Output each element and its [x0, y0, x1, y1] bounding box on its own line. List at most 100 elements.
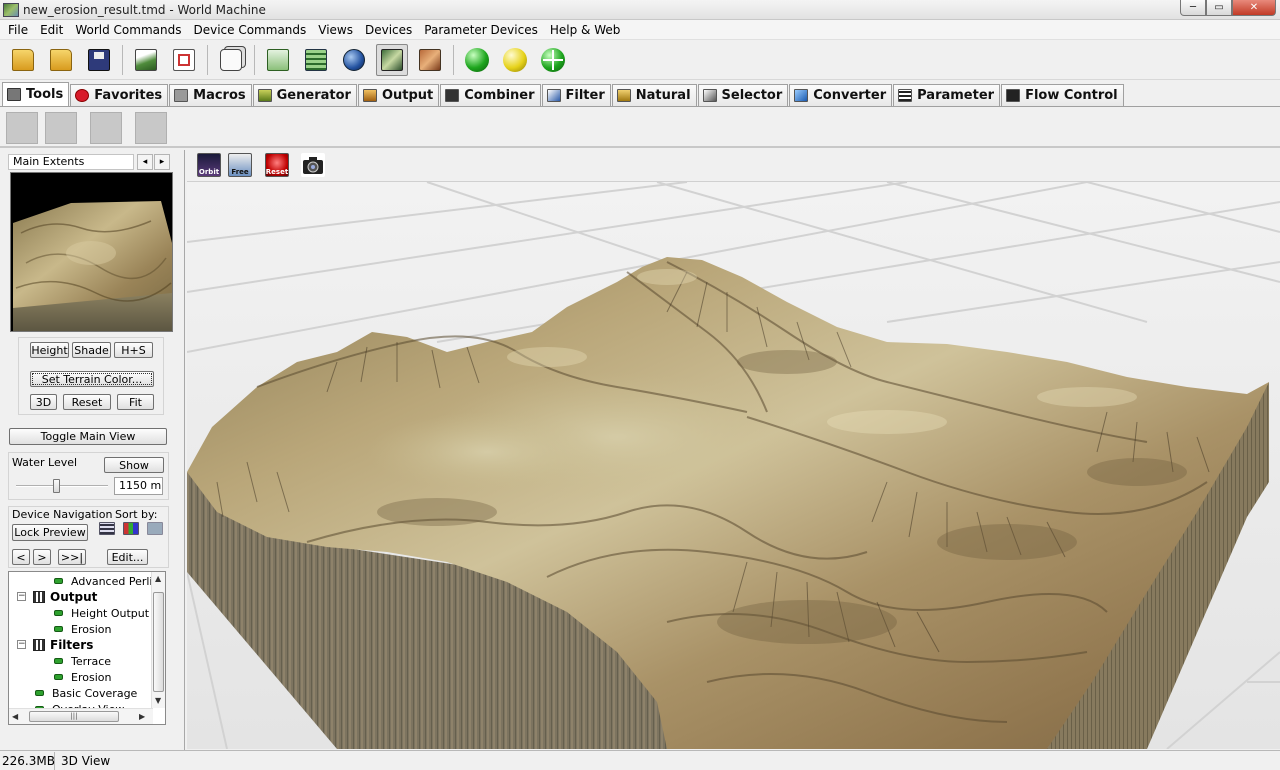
scroll-down-icon[interactable]: ▼ — [155, 696, 161, 705]
water-show-button[interactable]: Show — [104, 457, 164, 473]
tab-generator[interactable]: Generator — [252, 84, 357, 106]
height-view-button[interactable]: Height — [30, 342, 69, 358]
app-icon — [3, 2, 19, 17]
nav-back-button[interactable]: < — [12, 549, 30, 565]
tab-filter[interactable]: Filter — [541, 84, 611, 106]
extents-next-button[interactable]: ▸ — [154, 154, 170, 170]
fit-button[interactable]: Fit — [117, 394, 154, 410]
scroll-up-icon[interactable]: ▲ — [155, 574, 161, 583]
nav-forward-button[interactable]: > — [33, 549, 51, 565]
free-mode-button[interactable]: Free — [228, 153, 252, 177]
3d-view-button[interactable] — [376, 43, 408, 76]
tab-converter[interactable]: Converter — [789, 84, 893, 106]
3d-button[interactable]: 3D — [30, 394, 57, 410]
layout-view-button[interactable] — [300, 44, 332, 76]
extents-dropdown[interactable]: Main Extents — [8, 154, 134, 170]
tab-natural[interactable]: Natural — [611, 84, 697, 106]
document-button[interactable] — [168, 44, 200, 76]
tab-parameter[interactable]: Parameter — [893, 84, 1001, 106]
sort-alpha-icon[interactable] — [147, 522, 163, 535]
random-seed-button[interactable] — [215, 44, 247, 76]
toggle-main-view-button[interactable]: Toggle Main View — [9, 428, 167, 445]
tab-output[interactable]: Output — [357, 84, 440, 106]
close-button[interactable]: ✕ — [1232, 0, 1276, 16]
build-region-button[interactable] — [537, 44, 569, 76]
lock-preview-button[interactable]: Lock Preview — [12, 524, 88, 541]
build-world-button[interactable] — [461, 44, 493, 76]
reset-camera-button[interactable]: Reset — [265, 153, 289, 177]
maximize-button[interactable]: ▭ — [1206, 0, 1232, 16]
reset-button[interactable]: Reset — [63, 394, 111, 410]
new-project-icon — [12, 48, 34, 71]
menu-views[interactable]: Views — [312, 23, 359, 37]
tree-vertical-scroll-thumb[interactable] — [153, 592, 164, 692]
tree-item-erosion[interactable]: Erosion — [54, 621, 111, 637]
tab-favorites[interactable]: Favorites — [70, 84, 169, 106]
menu-help-web[interactable]: Help & Web — [544, 23, 627, 37]
water-level-slider-thumb[interactable] — [52, 479, 60, 493]
tree-item-basic-coverage[interactable]: Basic Coverage — [35, 685, 137, 701]
macros-icon — [174, 89, 189, 102]
extents-prev-button[interactable]: ◂ — [137, 154, 153, 170]
menu-devices[interactable]: Devices — [359, 23, 418, 37]
tab-label: Output — [381, 88, 434, 103]
tab-selector[interactable]: Selector — [697, 84, 789, 106]
menu-edit[interactable]: Edit — [34, 23, 69, 37]
world-view-button[interactable] — [338, 44, 370, 76]
water-level-field[interactable]: 1150 m — [114, 477, 163, 495]
flow-control-icon — [1006, 89, 1021, 102]
build-preview-button[interactable] — [499, 44, 531, 76]
free-label: Free — [231, 168, 249, 176]
device-network-button[interactable] — [262, 44, 294, 76]
3d-viewport[interactable]: Orbit Free Reset — [187, 150, 1280, 749]
palette-slot-4[interactable] — [135, 112, 167, 144]
tab-flow-control[interactable]: Flow Control — [1001, 84, 1124, 106]
tree-horizontal-scroll-thumb[interactable]: ||| — [29, 711, 119, 722]
screenshot-button[interactable] — [301, 153, 325, 177]
water-level-slider-track[interactable] — [16, 485, 108, 487]
tab-macros[interactable]: Macros — [169, 84, 252, 106]
palette-slot-3[interactable] — [90, 112, 122, 144]
tab-combiner[interactable]: Combiner — [440, 84, 541, 106]
hs-view-button[interactable]: H+S — [114, 342, 153, 358]
sort-list-icon[interactable] — [99, 522, 115, 535]
tree-horizontal-scrollbar[interactable]: ◀ ||| ▶ — [9, 708, 153, 724]
tree-item-height-output[interactable]: Height Output — [54, 605, 149, 621]
tab-label: Macros — [193, 88, 246, 103]
palette-slot-2[interactable] — [45, 112, 77, 144]
nav-end-button[interactable]: >>| — [58, 549, 86, 565]
output-expander-icon[interactable]: − — [17, 592, 26, 601]
tab-tools[interactable]: Tools — [2, 82, 70, 106]
filters-expander-icon[interactable]: − — [17, 640, 26, 649]
orbit-mode-button[interactable]: Orbit — [197, 153, 221, 177]
tree-item-terrace[interactable]: Terrace — [54, 653, 111, 669]
minimize-button[interactable]: ─ — [1180, 0, 1206, 16]
scroll-right-icon[interactable]: ▶ — [139, 712, 145, 721]
new-project-button[interactable] — [7, 44, 39, 76]
tree-item-erosion-2[interactable]: Erosion — [54, 669, 111, 685]
generator-icon — [257, 89, 272, 102]
menu-device-commands[interactable]: Device Commands — [187, 23, 312, 37]
palette-slot-1[interactable] — [6, 112, 38, 144]
shade-view-button[interactable]: Shade — [72, 342, 111, 358]
menu-world-commands[interactable]: World Commands — [69, 23, 187, 37]
save-button[interactable] — [83, 44, 115, 76]
terrain-button[interactable] — [130, 44, 162, 76]
tree-vertical-scrollbar[interactable]: ▲ ▼ — [151, 572, 165, 708]
edit-button[interactable]: Edit... — [107, 549, 148, 565]
device-tree[interactable]: Advanced Perlin − Output Height Output E… — [8, 571, 166, 725]
sort-type-icon[interactable] — [123, 522, 139, 535]
open-button[interactable] — [45, 44, 77, 76]
tree-group-output[interactable]: Output — [33, 589, 97, 605]
menu-parameter-devices[interactable]: Parameter Devices — [418, 23, 544, 37]
scroll-left-icon[interactable]: ◀ — [12, 712, 18, 721]
tree-group-filters[interactable]: Filters — [33, 637, 93, 653]
set-terrain-color-button[interactable]: Set Terrain Color... — [30, 371, 154, 387]
tree-item-advanced-perlin[interactable]: Advanced Perlin — [54, 573, 159, 589]
terrain-preview[interactable] — [10, 172, 173, 332]
water-level-label: Water Level — [12, 456, 78, 469]
tree-item-label: Filters — [50, 638, 94, 652]
texture-view-button[interactable] — [414, 44, 446, 76]
title-bar: new_erosion_result.tmd - World Machine ─… — [0, 0, 1280, 20]
menu-file[interactable]: File — [2, 23, 34, 37]
